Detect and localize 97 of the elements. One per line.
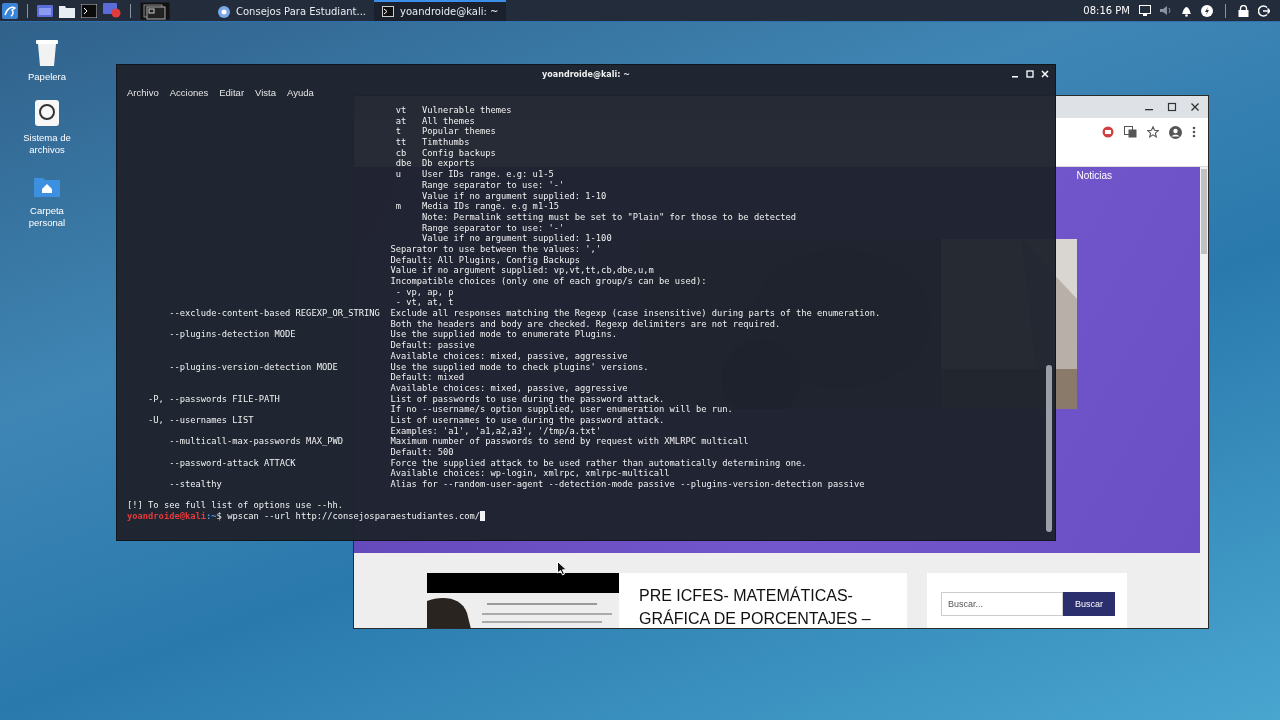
- scrollbar[interactable]: [1200, 167, 1208, 628]
- clock[interactable]: 08:16 PM: [1083, 5, 1130, 16]
- option-description: Incompatible choices (only one of each group/s can be used):: [390, 276, 707, 287]
- option-description: Examples: 'a1', 'a1,a2,a3', '/tmp/a.txt': [390, 425, 602, 437]
- option-name: --stealthy: [169, 479, 223, 490]
- option-description: Range separator to use: '-': [422, 179, 565, 191]
- option-name: t: [395, 126, 402, 138]
- option-description: Use the supplied mode to check plugins' versions.: [390, 361, 649, 373]
- folder-icon[interactable]: [59, 3, 75, 18]
- option-description: Available choices: wp-login, xmlrpc, xmlrpc-multicall: [390, 468, 670, 480]
- option-description: Maximum number of passwords to send by request with XMLRPC multicall: [390, 436, 749, 447]
- option-description: Range separator to use: '-': [422, 222, 565, 234]
- option-description: Default: passive: [390, 340, 475, 351]
- lock-icon[interactable]: [1238, 4, 1249, 17]
- command-text: wpscan --url http://consejosparaestudiantes.com/: [227, 511, 480, 522]
- option-description: Default: All Plugins, Config Backups: [390, 254, 581, 266]
- search-field[interactable]: Buscar...: [941, 592, 1063, 616]
- option-description: All themes: [422, 115, 475, 127]
- workspace-icon[interactable]: [140, 1, 170, 20]
- notice-text: [!] To see full list of options use --hh.: [127, 500, 343, 511]
- task-button[interactable]: yoandroide@kali: ~: [374, 0, 507, 21]
- menu-item[interactable]: Ayuda: [287, 86, 314, 98]
- post-title[interactable]: PRE ICFES- MATEMÁTICAS- GRÁFICA DE PORCENTAJES –: [639, 584, 879, 628]
- option-description: Media IDs range. e.g m1-15: [422, 201, 559, 212]
- option-description: Value if no argument supplied: 1-10: [422, 190, 607, 202]
- option-name: vt: [395, 105, 408, 116]
- record-icon[interactable]: [103, 3, 121, 18]
- option-name: -U, --usernames LIST: [148, 414, 255, 426]
- icon-label[interactable]: Carpeta personal: [12, 205, 82, 229]
- task-button[interactable]: Consejos Para Estudiant...: [210, 0, 375, 21]
- option-description: Separator to use between the values: ',': [390, 243, 602, 255]
- option-description: Alias for --random-user-agent --detection-mode passive --plugins-version-detection passive: [390, 479, 865, 490]
- option-name: at: [395, 115, 408, 127]
- option-description: User IDs range. e.g: u1-5: [422, 169, 554, 180]
- volume-icon[interactable]: [1160, 5, 1172, 16]
- close-icon[interactable]: [1190, 102, 1200, 112]
- option-name: --multicall-max-passwords MAX_PWD: [169, 436, 344, 447]
- option-description: Value if no argument supplied: vp,vt,tt,cb,dbe,u,m: [390, 265, 654, 276]
- power-icon[interactable]: [1201, 4, 1213, 17]
- option-description: Config backups: [422, 147, 496, 159]
- option-description: Db exports: [422, 158, 475, 170]
- option-description: Force the supplied attack to be used rather than automatically determining one.: [390, 457, 807, 469]
- screen-icon[interactable]: [1139, 5, 1151, 16]
- option-description: - vp, ap, p: [395, 286, 454, 298]
- nav-link[interactable]: Noticias: [1076, 170, 1112, 181]
- pointer-icon: [557, 561, 567, 576]
- dragon-icon[interactable]: [2, 2, 18, 19]
- option-description: Use the supplied mode to enumerate Plugins.: [390, 329, 617, 341]
- option-description: Available choices: mixed, passive, aggressive: [390, 350, 628, 362]
- translate-icon[interactable]: [1124, 126, 1137, 138]
- maximize-icon[interactable]: [1167, 102, 1177, 112]
- option-description: Timthumbs: [422, 137, 470, 148]
- option-description: Default: 500: [390, 447, 454, 458]
- terminal-icon[interactable]: [81, 3, 97, 18]
- menu-item[interactable]: Vista: [255, 86, 277, 98]
- prompt-path: :~: [206, 511, 217, 522]
- icon-label[interactable]: Sistema de archivos: [12, 132, 82, 156]
- option-description: Value if no argument supplied: 1-100: [422, 233, 612, 244]
- logout-icon[interactable]: [1258, 4, 1270, 17]
- window-icon[interactable]: [37, 3, 53, 18]
- option-name: --plugins-version-detection MODE: [169, 361, 339, 373]
- prompt-user: yoandroide@kali: [127, 511, 207, 522]
- text-cursor: [480, 511, 486, 522]
- bell-icon[interactable]: [1181, 4, 1192, 17]
- option-description: Available choices: mixed, passive, aggressive: [390, 382, 628, 394]
- option-name: u: [395, 169, 402, 180]
- option-description: Exclude all responses matching the Regexp (case insensitive) during parts of the enumeration.: [390, 308, 881, 319]
- option-name: --exclude-content-based REGEXP_OR_STRING: [169, 308, 381, 319]
- option-description: Both the headers and body are checked. Regexp delimiters are not required.: [390, 318, 781, 330]
- option-description: Popular themes: [422, 126, 496, 138]
- option-description: - vt, at, t: [395, 297, 454, 309]
- prompt-symbol: $: [216, 511, 222, 522]
- browser-icon: [218, 5, 230, 18]
- star-icon[interactable]: [1147, 126, 1159, 138]
- option-description: Default: mixed: [390, 372, 465, 383]
- terminal-icon: [382, 6, 395, 17]
- account-icon[interactable]: [1169, 125, 1182, 139]
- option-description: If no --username/s option supplied, user enumeration will be run.: [390, 404, 733, 415]
- menu-item[interactable]: Acciones: [169, 86, 209, 98]
- icon-label[interactable]: Papelera: [12, 71, 82, 83]
- option-name: dbe: [395, 158, 413, 170]
- option-description: List of usernames to use during the password attack.: [390, 414, 665, 426]
- option-name: -P, --passwords FILE-PATH: [148, 393, 281, 405]
- option-description: Note: Permalink setting must be set to "Plain" for those to be detected: [422, 211, 797, 223]
- option-name: tt: [395, 137, 408, 148]
- option-description: Vulnerable themes: [422, 105, 512, 116]
- option-name: --plugins-detection MODE: [169, 329, 297, 341]
- option-name: m: [395, 201, 402, 212]
- extension-icon[interactable]: [1102, 126, 1114, 138]
- menu-item[interactable]: Archivo: [127, 86, 159, 98]
- option-name: cb: [395, 147, 408, 159]
- window-title: yoandroide@kali: ~: [542, 69, 630, 79]
- search-button[interactable]: Buscar: [1063, 592, 1115, 616]
- option-description: List of passwords to use during the password attack.: [390, 393, 665, 405]
- more-icon[interactable]: [1192, 126, 1196, 138]
- option-name: --password-attack ATTACK: [169, 457, 297, 469]
- menu-item[interactable]: Editar: [219, 86, 245, 98]
